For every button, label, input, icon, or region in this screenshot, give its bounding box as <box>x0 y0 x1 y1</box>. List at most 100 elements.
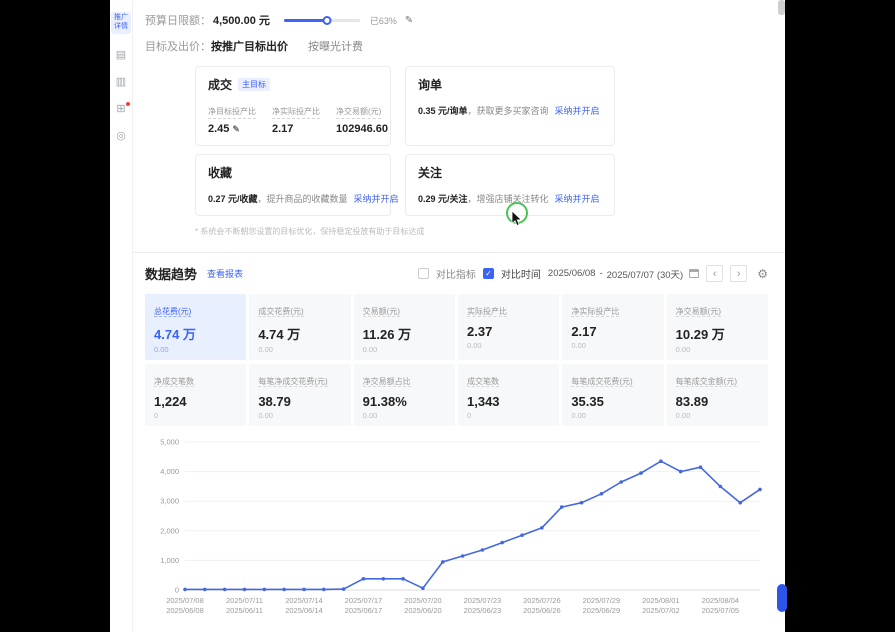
metric-compare-value: 0.00 <box>258 411 273 420</box>
metric-label: 交易额(元) <box>362 307 400 317</box>
goal-stat: 净交易额(元) 102946.60 <box>336 101 388 135</box>
svg-text:2025/07/11: 2025/07/11 <box>226 596 263 605</box>
metric-label: 净交易额占比 <box>362 377 411 387</box>
svg-text:2025/06/23: 2025/06/23 <box>464 606 502 615</box>
adopt-and-enable-link[interactable]: 采纳并开启 <box>354 194 399 204</box>
goal-card-title: 关注 <box>418 166 443 180</box>
calendar-icon <box>689 269 700 278</box>
svg-text:2025/06/26: 2025/06/26 <box>523 606 561 615</box>
metric-label: 成交笔数 <box>467 377 499 387</box>
svg-text:4,000: 4,000 <box>160 467 179 476</box>
bidding-option[interactable]: 按曝光计费 <box>308 41 363 53</box>
goal-stat: 净实际投产比 2.17 <box>272 101 320 135</box>
metric-value: 10.29 万 <box>675 327 725 342</box>
goal-price: 0.35 元/询单 <box>418 106 468 116</box>
goal-cards: 成交 主目标 净目标投产比 2.45 ✎ 净实际投产比 2.17 净交易额(元) 1… <box>195 66 768 216</box>
goal-price: 0.27 元/收藏 <box>208 194 258 204</box>
metric-cell[interactable]: 交易额(元) 11.26 万 0.00 <box>353 294 455 360</box>
prev-period-button[interactable]: ‹ <box>706 265 724 282</box>
metric-cell[interactable]: 实际投产比 2.37 0.00 <box>458 294 560 360</box>
budget-slider[interactable] <box>283 15 360 25</box>
metric-cell[interactable]: 每笔净成交花费(元) 38.79 0.00 <box>249 364 351 426</box>
goal-stat-label: 净实际投产比 <box>272 106 320 119</box>
goal-stat-value: 2.45 ✎ <box>208 123 240 135</box>
budget-label: 预算日限额： <box>145 15 211 27</box>
goal-desc: ，获取更多买家咨询 <box>467 106 549 116</box>
metric-value: 4.74 万 <box>154 327 196 342</box>
daily-budget-row: 预算日限额： 4,500.00 元 已63% ✎ <box>145 12 768 28</box>
svg-text:2025/07/14: 2025/07/14 <box>285 596 323 605</box>
section-divider <box>133 252 785 253</box>
metric-label: 成交花费(元) <box>258 307 304 317</box>
metric-cell[interactable]: 净交易额占比 91.38% 0.00 <box>353 364 455 426</box>
mini-sidebar: 推广详情 ▤ ▥ ⊞ ◎ <box>110 0 133 632</box>
svg-text:2025/08/04: 2025/08/04 <box>702 596 740 605</box>
metric-cell[interactable]: 成交花费(元) 4.74 万 0.00 <box>249 294 351 360</box>
svg-text:2025/07/29: 2025/07/29 <box>583 596 621 605</box>
metric-compare-value: 0.00 <box>154 345 169 354</box>
metric-value: 4.74 万 <box>258 327 301 342</box>
metric-label: 每笔净成交花费(元) <box>258 377 328 387</box>
goal-stat-value: 102946.60 <box>336 123 388 135</box>
metric-value: 1,343 <box>467 394 500 409</box>
metric-cell[interactable]: 净成交笔数 1,224 0 <box>145 364 247 426</box>
metric-label: 每笔成交金额(元) <box>675 377 737 387</box>
goal-card: 关注 0.29 元/关注，增强店铺关注转化 采纳并开启 <box>405 154 615 216</box>
compare-time-checkbox[interactable]: ✓ <box>482 268 494 279</box>
budget-used-percent: 已63% <box>369 15 397 26</box>
settings-icon[interactable]: ◎ <box>116 130 126 142</box>
svg-text:0: 0 <box>175 586 179 595</box>
metric-cell[interactable]: 总花费(元) 4.74 万 0.00 <box>145 294 247 360</box>
goal-card-title: 询单 <box>418 78 443 92</box>
metric-cell[interactable]: 成交笔数 1,343 0 <box>458 364 560 426</box>
edit-budget-icon[interactable]: ✎ <box>405 15 413 26</box>
main-content: 预算日限额： 4,500.00 元 已63% ✎ 目标及出价： 按推广目标出价按… <box>133 0 785 632</box>
date-range-picker[interactable]: 2025/06/08 - 2025/07/07 (30天) <box>547 267 700 281</box>
metric-cell[interactable]: 每笔成交金额(元) 83.89 0.00 <box>666 364 768 426</box>
metric-compare-value: 0.00 <box>571 411 586 420</box>
settings-gear-icon[interactable]: ⚙ <box>757 267 768 281</box>
metric-cell[interactable]: 每笔成交花费(元) 35.35 0.00 <box>562 364 664 426</box>
svg-text:2,000: 2,000 <box>160 526 179 535</box>
metric-cell[interactable]: 净实际投产比 2.17 0.00 <box>562 294 664 360</box>
app-window: 推广详情 ▤ ▥ ⊞ ◎ 预算日限额： 4,500.00 元 已63% ✎ 目标及出价… <box>110 0 787 632</box>
metric-value: 91.38% <box>362 394 407 409</box>
report-icon[interactable]: ▥ <box>116 76 126 88</box>
next-period-button[interactable]: › <box>730 265 748 282</box>
budget-slider-handle[interactable] <box>322 15 332 25</box>
svg-text:2025/06/29: 2025/06/29 <box>583 606 621 615</box>
metric-value: 83.89 <box>675 394 709 409</box>
budget-amount: 4,500.00 元 <box>213 15 270 27</box>
adopt-and-enable-link[interactable]: 采纳并开启 <box>555 194 600 204</box>
compare-metric-label: 对比指标 <box>435 270 476 281</box>
metric-value: 38.79 <box>258 394 291 409</box>
sidebar-items: ▤ ▥ ⊞ ◎ <box>116 49 130 142</box>
svg-text:2025/08/01: 2025/08/01 <box>642 596 680 605</box>
compare-metric-checkbox[interactable] <box>417 268 429 279</box>
edit-target-icon[interactable]: ✎ <box>232 124 240 134</box>
svg-text:2025/06/08: 2025/06/08 <box>166 606 204 615</box>
adopt-and-enable-link[interactable]: 采纳并开启 <box>555 106 600 116</box>
svg-text:2025/07/17: 2025/07/17 <box>345 596 383 605</box>
primary-goal-badge: 主目标 <box>238 78 271 91</box>
tools-icon[interactable]: ⊞ <box>116 101 130 115</box>
goal-card: 成交 主目标 净目标投产比 2.45 ✎ 净实际投产比 2.17 净交易额(元) 1… <box>195 66 391 146</box>
metric-label: 净成交笔数 <box>154 377 194 387</box>
goal-stat-label: 净交易额(元) <box>336 106 382 119</box>
trend-line-chart[interactable]: 01,0002,0003,0004,0005,0002025/07/082025… <box>145 432 768 628</box>
scrollbar-thumb[interactable] <box>778 0 785 15</box>
overview-icon[interactable]: ▤ <box>116 49 126 61</box>
date-range-start: 2025/06/08 <box>547 268 596 279</box>
view-report-link[interactable]: 查看报表 <box>207 267 243 280</box>
metric-value: 11.26 万 <box>362 327 412 342</box>
floating-side-button[interactable] <box>777 584 787 612</box>
bidding-option[interactable]: 按推广目标出价 <box>211 41 288 53</box>
bidding-options: 按推广目标出价 按曝光计费 <box>211 37 383 55</box>
svg-text:2025/07/23: 2025/07/23 <box>464 596 502 605</box>
metric-compare-value: 0 <box>154 411 159 420</box>
bidding-row: 目标及出价： 按推广目标出价 按曝光计费 <box>145 37 768 55</box>
sidebar-item-promo-detail[interactable]: 推广详情 <box>111 12 131 34</box>
metric-cell[interactable]: 净交易额(元) 10.29 万 0.00 <box>666 294 768 360</box>
svg-text:2025/07/20: 2025/07/20 <box>404 596 442 605</box>
svg-text:2025/07/02: 2025/07/02 <box>642 606 680 615</box>
